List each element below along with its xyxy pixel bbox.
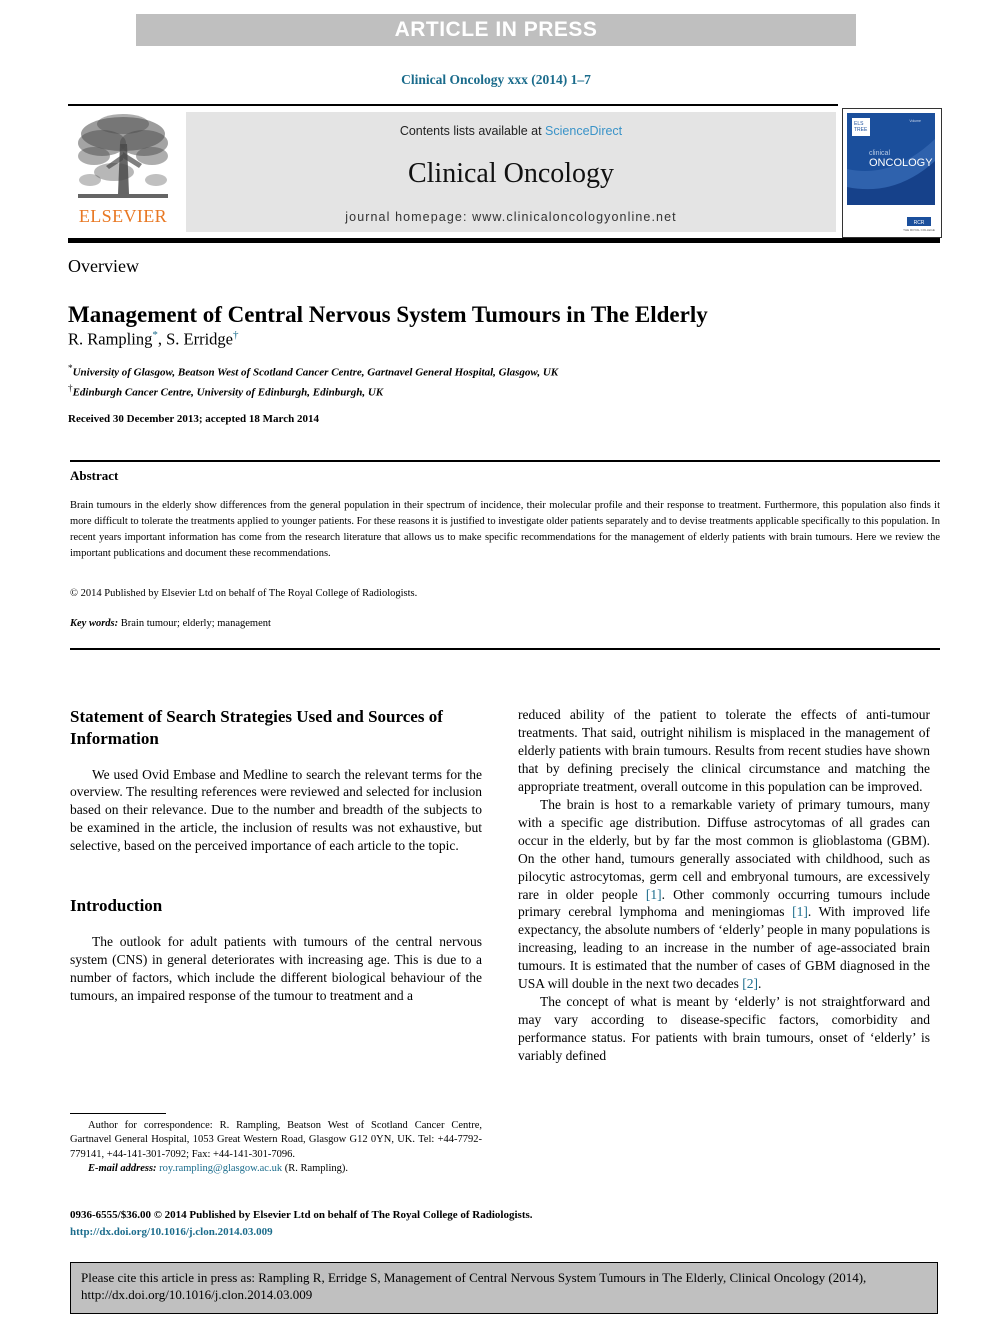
paragraph-part-d: . <box>757 976 762 992</box>
affiliation-1: *University of Glasgow, Beatson West of … <box>68 362 928 382</box>
email-link[interactable]: roy.rampling@glasgow.ac.uk <box>159 1163 282 1174</box>
affiliation-1-text: University of Glasgow, Beatson West of S… <box>72 366 559 379</box>
sciencedirect-link[interactable]: ScienceDirect <box>545 124 622 138</box>
svg-text:ONCOLOGY: ONCOLOGY <box>869 157 933 169</box>
abstract-copyright: © 2014 Published by Elsevier Ltd on beha… <box>70 588 418 599</box>
affiliation-2-text: Edinburgh Cancer Centre, University of E… <box>72 386 384 399</box>
reference-link-1[interactable]: [1] <box>646 887 662 902</box>
author-2-mark: † <box>233 329 239 341</box>
paragraph-brain-tumour-types: The brain is host to a remarkable variet… <box>518 796 930 993</box>
section-heading-introduction: Introduction <box>70 896 163 916</box>
citation-box: Please cite this article in press as: Ra… <box>70 1262 938 1314</box>
journal-homepage-line: journal homepage: www.clinicaloncologyon… <box>345 210 677 224</box>
received-accepted-dates: Received 30 December 2013; accepted 18 M… <box>68 413 319 425</box>
elsevier-logo: ELSEVIER <box>70 110 176 236</box>
article-in-press-banner: ARTICLE IN PRESS <box>136 14 856 46</box>
email-suffix: (R. Rampling). <box>282 1163 348 1175</box>
citation-text: Please cite this article in press as: Ra… <box>81 1270 867 1303</box>
author-separator: , S. Erridge <box>157 329 233 349</box>
reference-link-2[interactable]: [1] <box>792 904 808 919</box>
footnote-block: Author for correspondence: R. Rampling, … <box>70 1119 482 1177</box>
keywords-label: Key words: <box>70 618 119 629</box>
contents-list-line: Contents lists available at ScienceDirec… <box>186 124 836 138</box>
masthead-top-rule <box>68 104 838 106</box>
journal-title: Clinical Oncology <box>407 158 615 189</box>
article-in-press-label: ARTICLE IN PRESS <box>394 18 598 41</box>
abstract-heading: Abstract <box>70 468 119 483</box>
body-column-left: Statement of Search Strategies Used and … <box>70 706 482 1005</box>
footnote-correspondence: Author for correspondence: R. Rampling, … <box>70 1120 482 1160</box>
abstract-top-rule <box>70 460 940 462</box>
paragraph-search-strategies: We used Ovid Embase and Medline to searc… <box>70 766 482 854</box>
affiliation-2: †Edinburgh Cancer Centre, University of … <box>68 382 928 402</box>
keywords-line: Key words: Brain tumour; elderly; manage… <box>70 618 940 629</box>
author-1: R. Rampling <box>68 329 153 349</box>
reference-link-3[interactable]: [2] <box>742 976 758 991</box>
abstract-bottom-rule <box>70 648 940 650</box>
footnote-email: E-mail address: roy.rampling@glasgow.ac.… <box>70 1162 482 1176</box>
journal-cover-thumbnail: ELS TREE clinical ONCOLOGY Volume RCR TH… <box>842 108 942 238</box>
paragraph-elderly-concept: The concept of what is meant by ‘elderly… <box>518 994 930 1064</box>
paragraph-continuation: reduced ability of the patient to tolera… <box>518 707 930 794</box>
keywords-value: Brain tumour; elderly; management <box>118 618 271 629</box>
page-title: Management of Central Nervous System Tum… <box>68 302 708 328</box>
masthead-bottom-rule <box>68 238 940 243</box>
svg-text:Volume: Volume <box>909 119 921 123</box>
journal-info-band: Contents lists available at ScienceDirec… <box>186 112 836 232</box>
email-label: E-mail address: <box>88 1163 157 1175</box>
article-type-label: Overview <box>68 256 139 276</box>
elsevier-tree-icon <box>78 114 168 198</box>
svg-text:RCR: RCR <box>914 220 925 226</box>
section-heading-search-strategies: Statement of Search Strategies Used and … <box>70 707 443 748</box>
doi-link[interactable]: http://dx.doi.org/10.1016/j.clon.2014.03… <box>70 1226 273 1238</box>
body-column-right: reduced ability of the patient to tolera… <box>518 706 930 1065</box>
contents-prefix: Contents lists available at <box>399 124 546 138</box>
footnote-separator-rule <box>70 1113 166 1114</box>
svg-text:TREE: TREE <box>854 127 868 133</box>
journal-cover-image: ELS TREE clinical ONCOLOGY Volume RCR TH… <box>843 109 939 235</box>
affiliations: *University of Glasgow, Beatson West of … <box>68 362 928 401</box>
abstract-text: Brain tumours in the elderly show differ… <box>70 500 940 559</box>
svg-text:THE ROYAL COLLEGE: THE ROYAL COLLEGE <box>903 228 935 232</box>
journal-volume-line: Clinical Oncology xxx (2014) 1–7 <box>401 72 591 87</box>
author-list: R. Rampling*, S. Erridge† <box>68 329 928 350</box>
svg-text:clinical: clinical <box>869 150 890 157</box>
journal-masthead: ELSEVIER Contents lists available at Sci… <box>68 104 942 238</box>
issn-copyright-line: 0936-6555/$36.00 © 2014 Published by Els… <box>70 1209 533 1221</box>
elsevier-wordmark: ELSEVIER <box>78 206 168 226</box>
paragraph-introduction-1: The outlook for adult patients with tumo… <box>70 934 482 1003</box>
